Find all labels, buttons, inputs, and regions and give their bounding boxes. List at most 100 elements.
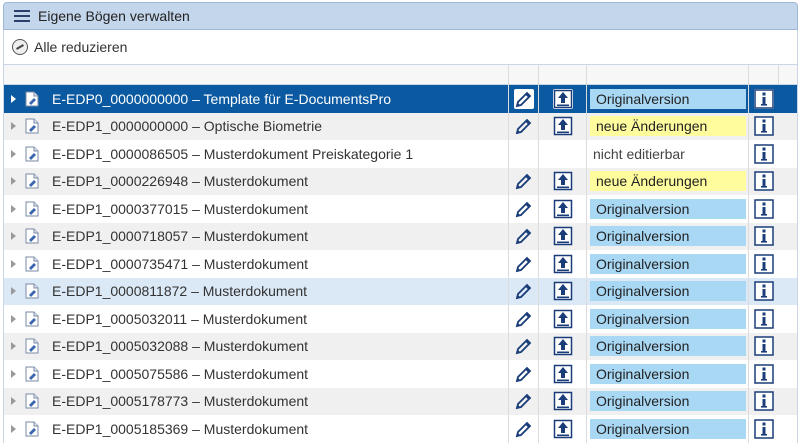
table-row[interactable]: E-EDP1_0000718057 – Musterdokument Origin… <box>4 222 797 250</box>
edit-cell <box>508 250 538 278</box>
info-icon[interactable] <box>753 226 774 246</box>
pencil-icon[interactable] <box>514 336 534 356</box>
expand-arrow-icon[interactable] <box>11 232 16 241</box>
table-row[interactable]: E-EDP1_0000086505 – Musterdokument Preis… <box>4 140 797 168</box>
document-icon <box>25 201 39 217</box>
document-name[interactable]: E-EDP1_0000000000 – Optische Biometrie <box>52 118 322 134</box>
document-name[interactable]: E-EDP1_0005178773 – Musterdokument <box>52 393 308 409</box>
info-icon[interactable] <box>753 419 774 439</box>
status-badge: Originalversion <box>590 226 746 247</box>
info-icon[interactable] <box>753 336 774 356</box>
document-name[interactable]: E-EDP1_0005032088 – Musterdokument <box>52 338 308 354</box>
info-cell <box>748 112 778 140</box>
document-name[interactable]: E-EDP1_0000086505 – Musterdokument Preis… <box>52 146 413 162</box>
pencil-icon[interactable] <box>514 309 534 329</box>
upload-icon[interactable] <box>553 226 573 246</box>
upload-icon[interactable] <box>553 309 573 329</box>
info-cell <box>748 250 778 278</box>
info-icon[interactable] <box>753 116 774 136</box>
document-name[interactable]: E-EDP1_0000735471 – Musterdokument <box>52 256 308 272</box>
document-name[interactable]: E-EDP1_0000377015 – Musterdokument <box>52 201 308 217</box>
status-cell: Originalversion <box>586 360 748 388</box>
table-row[interactable]: E-EDP0_0000000000 – Template für E-Docum… <box>4 85 797 113</box>
upload-icon[interactable] <box>553 419 573 439</box>
document-name[interactable]: E-EDP0_0000000000 – Template für E-Docum… <box>52 91 391 107</box>
table-row[interactable]: E-EDP1_0000000000 – Optische Biometrie ne… <box>4 112 797 140</box>
pencil-icon[interactable] <box>514 116 534 136</box>
expand-arrow-icon[interactable] <box>11 424 16 433</box>
upload-cell <box>538 85 586 113</box>
upload-icon[interactable] <box>553 199 573 219</box>
status-badge: Originalversion <box>590 88 746 109</box>
table-row[interactable]: E-EDP1_0005185369 – Musterdokument Origin… <box>4 415 797 443</box>
table-row[interactable]: E-EDP1_0000811872 – Musterdokument Origin… <box>4 277 797 305</box>
status-cell: neue Änderungen <box>586 112 748 140</box>
info-icon[interactable] <box>753 364 774 384</box>
upload-icon[interactable] <box>553 171 573 191</box>
expand-arrow-icon[interactable] <box>11 177 16 186</box>
table-row[interactable]: E-EDP1_0005075586 – Musterdokument Origin… <box>4 360 797 388</box>
document-name[interactable]: E-EDP1_0005075586 – Musterdokument <box>52 366 308 382</box>
status-badge: Originalversion <box>590 418 746 439</box>
info-icon[interactable] <box>753 309 774 329</box>
upload-icon[interactable] <box>553 116 573 136</box>
table-row[interactable]: E-EDP1_0005178773 – Musterdokument Origin… <box>4 387 797 415</box>
status-badge: Originalversion <box>590 336 746 357</box>
expand-arrow-icon[interactable] <box>11 397 16 406</box>
info-icon[interactable] <box>753 391 774 411</box>
expand-arrow-icon[interactable] <box>11 204 16 213</box>
pencil-icon[interactable] <box>514 364 534 384</box>
pencil-icon[interactable] <box>514 226 534 246</box>
expand-arrow-icon[interactable] <box>11 314 16 323</box>
collapse-all-button[interactable]: Alle reduzieren <box>12 39 127 55</box>
upload-icon[interactable] <box>553 281 573 301</box>
upload-icon[interactable] <box>553 254 573 274</box>
pencil-icon[interactable] <box>514 199 534 219</box>
status-badge: Originalversion <box>590 391 746 412</box>
expand-arrow-icon[interactable] <box>11 342 16 351</box>
pencil-icon[interactable] <box>514 254 534 274</box>
pencil-icon[interactable] <box>514 171 534 191</box>
info-icon[interactable] <box>753 199 774 219</box>
upload-icon[interactable] <box>553 364 573 384</box>
panel-title: Eigene Bögen verwalten <box>38 8 190 24</box>
document-name[interactable]: E-EDP1_0000811872 – Musterdokument <box>52 283 307 299</box>
expand-arrow-icon[interactable] <box>11 259 16 268</box>
pencil-icon[interactable] <box>513 88 534 109</box>
expand-arrow-icon[interactable] <box>11 149 16 158</box>
table-row[interactable]: E-EDP1_0000735471 – Musterdokument Origin… <box>4 250 797 278</box>
edit-cell <box>508 195 538 223</box>
upload-icon[interactable] <box>553 391 573 411</box>
upload-icon[interactable] <box>552 88 573 109</box>
edit-cell <box>508 222 538 250</box>
document-name[interactable]: E-EDP1_0000226948 – Musterdokument <box>52 173 308 189</box>
pencil-icon[interactable] <box>514 391 534 411</box>
info-icon[interactable] <box>753 144 774 164</box>
status-cell: Originalversion <box>586 332 748 360</box>
info-icon[interactable] <box>753 254 774 274</box>
edit-cell <box>508 112 538 140</box>
pencil-icon[interactable] <box>514 281 534 301</box>
document-name[interactable]: E-EDP1_0005185369 – Musterdokument <box>52 421 308 437</box>
expand-arrow-icon[interactable] <box>11 94 16 103</box>
status-badge: neue Änderungen <box>590 116 746 137</box>
pencil-icon[interactable] <box>514 419 534 439</box>
table-row[interactable]: E-EDP1_0005032088 – Musterdokument Origin… <box>4 332 797 360</box>
info-cell <box>748 85 778 113</box>
expand-arrow-icon[interactable] <box>11 369 16 378</box>
table-row[interactable]: E-EDP1_0000226948 – Musterdokument neue Ä… <box>4 167 797 195</box>
document-name[interactable]: E-EDP1_0000718057 – Musterdokument <box>52 228 308 244</box>
info-icon[interactable] <box>753 281 774 301</box>
toolbar: Alle reduzieren <box>3 30 798 64</box>
info-icon[interactable] <box>753 88 774 109</box>
status-cell: neue Änderungen <box>586 167 748 195</box>
table-row[interactable]: E-EDP1_0005032011 – Musterdokument Origin… <box>4 305 797 333</box>
expand-arrow-icon[interactable] <box>11 122 16 131</box>
document-name[interactable]: E-EDP1_0005032011 – Musterdokument <box>52 311 307 327</box>
upload-icon[interactable] <box>553 336 573 356</box>
expand-arrow-icon[interactable] <box>11 287 16 296</box>
info-icon[interactable] <box>753 171 774 191</box>
edit-cell <box>508 415 538 443</box>
table-row[interactable]: E-EDP1_0000377015 – Musterdokument Origin… <box>4 195 797 223</box>
hamburger-menu-icon[interactable] <box>14 10 30 22</box>
